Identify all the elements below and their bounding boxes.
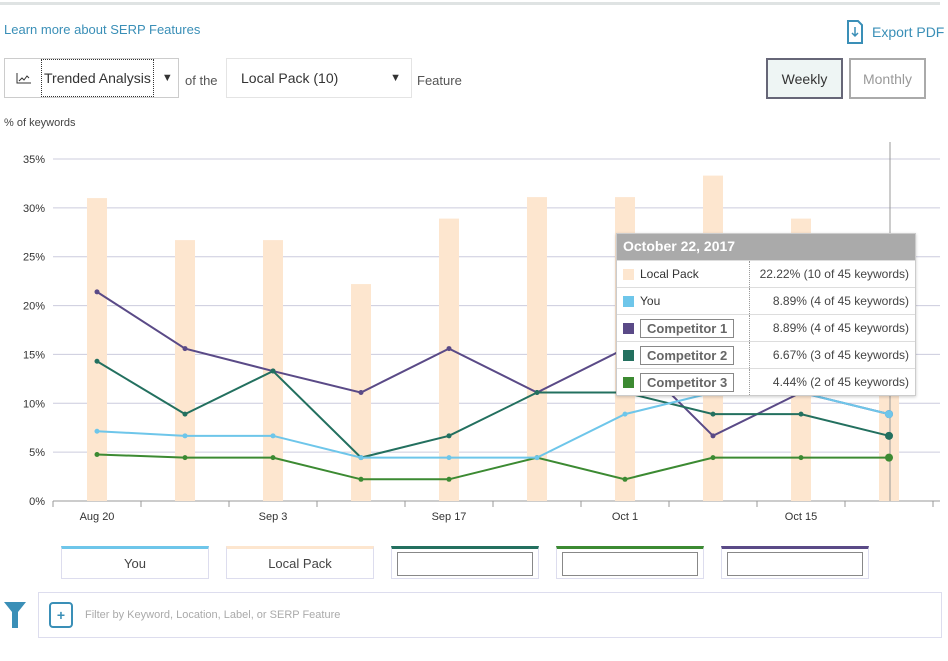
tooltip-value: 22.22% (10 of 45 keywords) <box>759 267 909 281</box>
legend-competitor-1[interactable] <box>721 546 869 579</box>
data-point-competitor_2 <box>182 411 188 417</box>
tooltip-value: 4.44% (2 of 45 keywords) <box>772 375 909 389</box>
y-tick-label: 10% <box>23 398 45 410</box>
data-point-competitor_3 <box>885 453 893 462</box>
tooltip-label: Competitor 1 <box>640 318 735 338</box>
series-swatch <box>623 349 634 361</box>
tooltip-row: Local Pack 22.22% (10 of 45 keywords) <box>617 260 915 287</box>
competitor-name-input[interactable] <box>562 551 698 576</box>
series-swatch <box>623 295 634 307</box>
chart-tooltip: October 22, 2017 Local Pack 22.22% (10 of… <box>616 233 916 396</box>
analysis-select[interactable]: Trended Analysis ▼ <box>4 58 179 98</box>
x-tick-label: Aug 20 <box>80 511 115 523</box>
analysis-value: Trended Analysis <box>41 59 154 97</box>
data-point-you <box>358 455 364 461</box>
y-axis-label: % of keywords <box>4 117 76 129</box>
tooltip-value: 8.89% (4 of 45 keywords) <box>772 321 909 335</box>
data-point-competitor_2 <box>446 433 452 439</box>
x-tick-label: Sep 17 <box>432 511 467 523</box>
tooltip-row: Competitor 1 8.89% (4 of 45 keywords) <box>617 314 915 341</box>
dropdown-arrow-icon: ▼ <box>161 72 173 84</box>
data-point-you <box>94 428 100 434</box>
x-tick-label: Sep 3 <box>259 511 288 523</box>
legend-competitor-3[interactable] <box>556 546 704 579</box>
feature-select[interactable]: Local Pack (10) ▼ <box>226 58 412 98</box>
local-pack-bar <box>175 240 195 502</box>
monthly-button[interactable]: Monthly <box>849 58 926 99</box>
y-tick-label: 15% <box>23 349 45 361</box>
series-swatch <box>623 376 634 388</box>
y-tick-label: 0% <box>29 496 45 508</box>
legend-you[interactable]: You <box>61 546 209 579</box>
legend-competitor-2[interactable] <box>391 546 539 579</box>
tooltip-label: Competitor 2 <box>640 345 735 365</box>
data-point-competitor_1 <box>710 433 716 439</box>
tooltip-value: 6.67% (3 of 45 keywords) <box>772 348 909 362</box>
tooltip-label: You <box>640 294 661 308</box>
data-point-competitor_3 <box>798 455 804 461</box>
data-point-competitor_3 <box>446 476 452 482</box>
y-tick-label: 5% <box>29 447 45 459</box>
x-tick-label: Oct 15 <box>785 511 817 523</box>
pdf-download-icon <box>847 20 863 44</box>
data-point-competitor_1 <box>446 346 452 352</box>
data-point-you <box>446 455 452 461</box>
feature-value: Local Pack (10) <box>241 70 339 86</box>
chart-icon <box>16 73 31 84</box>
y-tick-label: 20% <box>23 301 45 313</box>
tooltip-label: Local Pack <box>640 267 699 281</box>
of-the-label: of the <box>185 73 218 88</box>
series-swatch <box>623 322 634 334</box>
export-label: Export PDF <box>872 24 945 40</box>
data-point-you <box>622 411 628 417</box>
data-point-competitor_3 <box>182 455 188 461</box>
filter-bar[interactable]: + Filter by Keyword, Location, Label, or… <box>38 592 942 638</box>
tooltip-row: Competitor 3 4.44% (2 of 45 keywords) <box>617 368 915 395</box>
export-pdf-button[interactable]: Export PDF <box>846 20 944 44</box>
data-point-you <box>270 433 276 439</box>
legend-label: Local Pack <box>268 556 332 571</box>
filter-icon[interactable] <box>4 602 26 628</box>
series-swatch <box>623 268 634 280</box>
tooltip-label: Competitor 3 <box>640 372 735 392</box>
y-tick-label: 35% <box>23 154 45 166</box>
data-point-competitor_1 <box>182 346 188 352</box>
data-point-you <box>182 433 188 439</box>
data-point-competitor_3 <box>622 476 628 482</box>
tooltip-value: 8.89% (4 of 45 keywords) <box>772 294 909 308</box>
dropdown-arrow-icon: ▼ <box>390 72 401 84</box>
data-point-competitor_3 <box>270 455 276 461</box>
add-filter-icon[interactable]: + <box>49 602 73 628</box>
series-line-you <box>96 391 890 459</box>
weekly-button[interactable]: Weekly <box>766 58 843 99</box>
filter-placeholder[interactable]: Filter by Keyword, Location, Label, or S… <box>85 609 340 621</box>
data-point-competitor_2 <box>534 390 540 396</box>
y-tick-label: 30% <box>23 203 45 215</box>
data-point-competitor_1 <box>358 390 364 396</box>
data-point-you <box>534 455 540 461</box>
y-tick-label: 25% <box>23 252 45 264</box>
top-divider <box>0 2 940 5</box>
data-point-competitor_1 <box>94 289 100 295</box>
data-point-competitor_2 <box>710 411 716 417</box>
data-point-competitor_2 <box>885 431 893 440</box>
feature-label: Feature <box>417 73 462 88</box>
data-point-competitor_3 <box>358 476 364 482</box>
data-point-competitor_3 <box>94 451 100 457</box>
data-point-competitor_2 <box>94 358 100 364</box>
data-point-competitor_2 <box>270 368 276 374</box>
x-tick-label: Oct 1 <box>612 511 638 523</box>
tooltip-date: October 22, 2017 <box>617 234 915 260</box>
competitor-name-input[interactable] <box>727 551 863 576</box>
legend-local-pack[interactable]: Local Pack <box>226 546 374 579</box>
data-point-competitor_3 <box>710 455 716 461</box>
competitor-name-input[interactable] <box>397 551 533 576</box>
tooltip-row: Competitor 2 6.67% (3 of 45 keywords) <box>617 341 915 368</box>
data-point-you <box>885 410 893 419</box>
tooltip-row: You 8.89% (4 of 45 keywords) <box>617 287 915 314</box>
legend-label: You <box>124 556 146 571</box>
data-point-competitor_2 <box>798 411 804 417</box>
learn-more-link[interactable]: Learn more about SERP Features <box>4 22 200 37</box>
